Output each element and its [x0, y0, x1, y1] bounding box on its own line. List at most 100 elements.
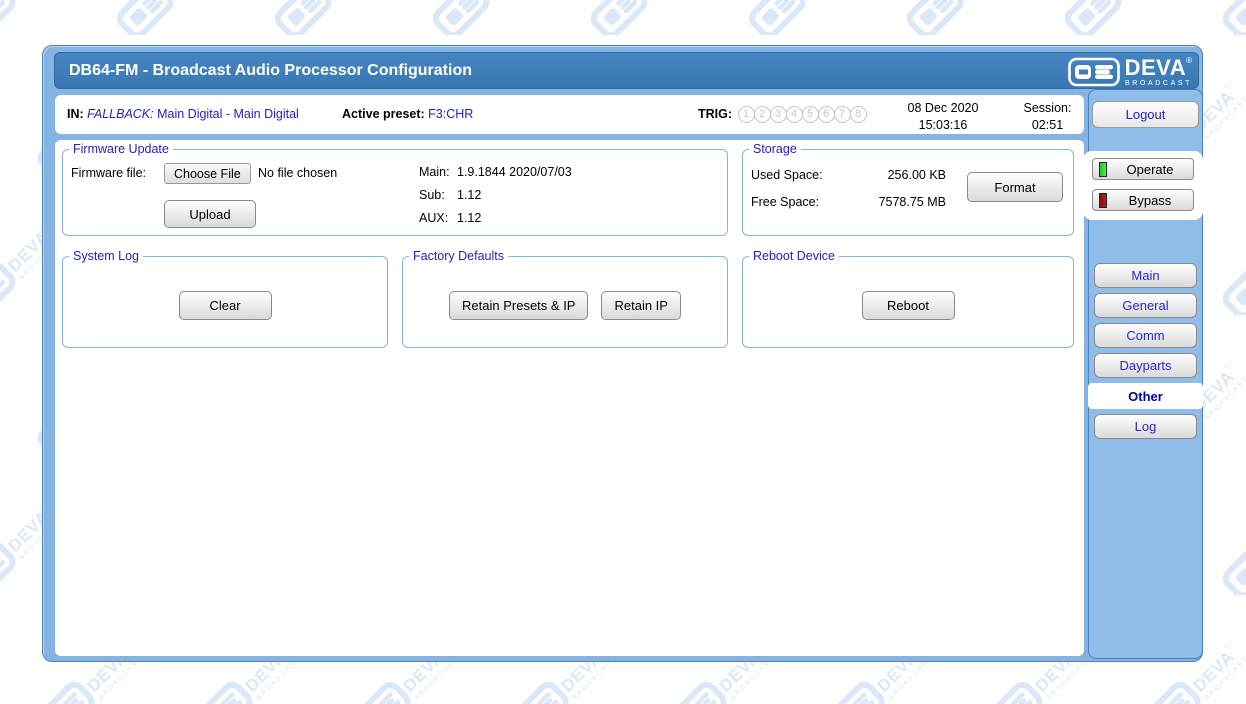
format-button[interactable]: Format [967, 172, 1063, 202]
no-file-chosen-text: No file chosen [258, 166, 337, 180]
operate-button[interactable]: Operate [1092, 158, 1194, 180]
input-label: IN: [67, 107, 84, 121]
nav-tab-dayparts[interactable]: Dayparts [1094, 353, 1197, 378]
nav-tab-main[interactable]: Main [1094, 263, 1197, 288]
factory-defaults-legend: Factory Defaults [409, 249, 508, 263]
brand-sub: BROADCAST [1125, 80, 1192, 87]
sidebar: Logout Operate Bypass Main General Comm … [1088, 89, 1203, 659]
svg-text:BROADCAST: BROADCAST [493, 0, 539, 1]
version-main-label: Main: [419, 165, 457, 179]
version-row: Main: 1.9.1844 2020/07/03 [419, 165, 572, 179]
clear-log-button[interactable]: Clear [179, 291, 272, 320]
firmware-update-legend: Firmware Update [69, 142, 173, 156]
date-value: 08 Dec 2020 [888, 100, 998, 117]
svg-text:BROADCAST: BROADCAST [1125, 0, 1171, 1]
trigger-button-3[interactable]: 3 [770, 106, 787, 123]
system-log-section: System Log Clear [62, 249, 388, 348]
logout-button[interactable]: Logout [1092, 101, 1199, 128]
operate-label: Operate [1107, 162, 1193, 177]
nav-tab-other-active[interactable]: Other [1088, 383, 1203, 409]
active-preset-value: F3:CHR [428, 107, 473, 121]
session-value: 02:51 [1010, 117, 1085, 134]
session: Session: 02:51 [1010, 100, 1085, 134]
storage-legend: Storage [749, 142, 801, 156]
bypass-led-red-icon [1099, 193, 1107, 208]
registered-mark: ® [1186, 56, 1192, 65]
version-aux-label: AUX: [419, 211, 457, 225]
bypass-button[interactable]: Bypass [1092, 189, 1194, 211]
deva-db-icon [1068, 57, 1120, 87]
deva-watermark-logo-icon: DEVA®BROADCAST [898, 0, 1048, 35]
version-main-value: 1.9.1844 2020/07/03 [457, 165, 572, 179]
deva-watermark-logo-icon: DEVA®BROADCAST [1214, 505, 1246, 595]
session-label: Session: [1010, 100, 1085, 117]
used-space-label: Used Space: [751, 168, 823, 182]
bypass-label: Bypass [1107, 193, 1193, 208]
version-sub-label: Sub: [419, 188, 457, 202]
app-window: DB64-FM - Broadcast Audio Processor Conf… [42, 45, 1203, 662]
reboot-device-legend: Reboot Device [749, 249, 839, 263]
system-log-legend: System Log [69, 249, 143, 263]
factory-defaults-section: Factory Defaults Retain Presets & IP Ret… [402, 249, 728, 348]
deva-watermark-logo-icon: DEVA®BROADCAST [740, 0, 890, 35]
firmware-file-label: Firmware file: [71, 166, 146, 180]
operate-led-green-icon [1099, 162, 1107, 177]
trigger-button-6[interactable]: 6 [818, 106, 835, 123]
trigger-button-1[interactable]: 1 [738, 106, 755, 123]
sidebar-nav: Main General Comm Dayparts Other Log [1089, 263, 1202, 444]
brand-name: DEVA [1125, 55, 1187, 80]
free-space-value: 7578.75 MB [863, 195, 946, 209]
time-value: 15:03:16 [888, 117, 998, 134]
input-mode: FALLBACK: [87, 107, 153, 121]
free-space-label: Free Space: [751, 195, 819, 209]
version-row: Sub: 1.12 [419, 188, 572, 202]
datetime: 08 Dec 2020 15:03:16 [888, 100, 998, 134]
version-aux-value: 1.12 [457, 211, 481, 225]
version-sub-value: 1.12 [457, 188, 481, 202]
svg-text:BROADCAST: BROADCAST [19, 0, 65, 1]
deva-watermark-logo-icon: DEVA®BROADCAST [108, 0, 258, 35]
svg-text:BROADCAST: BROADCAST [809, 0, 855, 1]
svg-text:BROADCAST: BROADCAST [335, 0, 381, 1]
deva-watermark-logo-icon: DEVA®BROADCAST [0, 365, 21, 455]
trigger-button-2[interactable]: 2 [754, 106, 771, 123]
trig-label: TRIG: [698, 107, 732, 121]
upload-button[interactable]: Upload [164, 200, 256, 228]
deva-watermark-logo-icon: DEVA®BROADCAST [1056, 0, 1206, 35]
retain-presets-ip-button[interactable]: Retain Presets & IP [449, 291, 588, 320]
reboot-button[interactable]: Reboot [862, 291, 955, 320]
firmware-versions: Main: 1.9.1844 2020/07/03 Sub: 1.12 AUX:… [419, 165, 572, 234]
nav-tab-log[interactable]: Log [1094, 414, 1197, 439]
svg-text:BROADCAST: BROADCAST [651, 0, 697, 1]
deva-watermark-logo-icon: DEVA®BROADCAST [424, 0, 574, 35]
deva-watermark-logo-icon: DEVA®BROADCAST [1214, 225, 1246, 315]
deva-watermark-logo-icon: DEVA®BROADCAST [0, 645, 21, 704]
deva-watermark-logo-icon: DEVA®BROADCAST [582, 0, 732, 35]
status-bar: IN: FALLBACK: Main Digital - Main Digita… [55, 95, 1084, 134]
svg-text:BROADCAST: BROADCAST [967, 0, 1013, 1]
deva-watermark-logo-icon: DEVA®BROADCAST [0, 85, 21, 175]
nav-tab-general[interactable]: General [1094, 293, 1197, 318]
operate-bypass-panel: Operate Bypass [1083, 151, 1203, 220]
deva-watermark-logo-icon: DEVA®BROADCAST [1214, 0, 1246, 35]
storage-section: Storage Used Space: 256.00 KB Free Space… [742, 142, 1074, 236]
retain-ip-button[interactable]: Retain IP [601, 291, 680, 320]
header-bar: DB64-FM - Broadcast Audio Processor Conf… [54, 52, 1199, 89]
deva-watermark-logo-icon: DEVA®BROADCAST [0, 0, 100, 35]
nav-tab-comm[interactable]: Comm [1094, 323, 1197, 348]
trigger-button-5[interactable]: 5 [802, 106, 819, 123]
svg-text:BROADCAST: BROADCAST [177, 0, 223, 1]
content-area: Firmware Update Firmware file: Choose Fi… [55, 140, 1084, 656]
used-space-value: 256.00 KB [863, 168, 946, 182]
choose-file-button[interactable]: Choose File [164, 163, 251, 184]
firmware-update-section: Firmware Update Firmware file: Choose Fi… [62, 142, 728, 236]
trigger-button-7[interactable]: 7 [834, 106, 851, 123]
trigger-button-4[interactable]: 4 [786, 106, 803, 123]
page-title: DB64-FM - Broadcast Audio Processor Conf… [69, 53, 472, 88]
deva-watermark-logo-icon: DEVA®BROADCAST [266, 0, 416, 35]
active-preset-label: Active preset: [342, 107, 425, 121]
trigger-button-8[interactable]: 8 [850, 106, 867, 123]
reboot-device-section: Reboot Device Reboot [742, 249, 1074, 348]
trigger-buttons: 1 2 3 4 5 6 7 8 [740, 106, 867, 123]
input-value: Main Digital - Main Digital [157, 107, 299, 121]
